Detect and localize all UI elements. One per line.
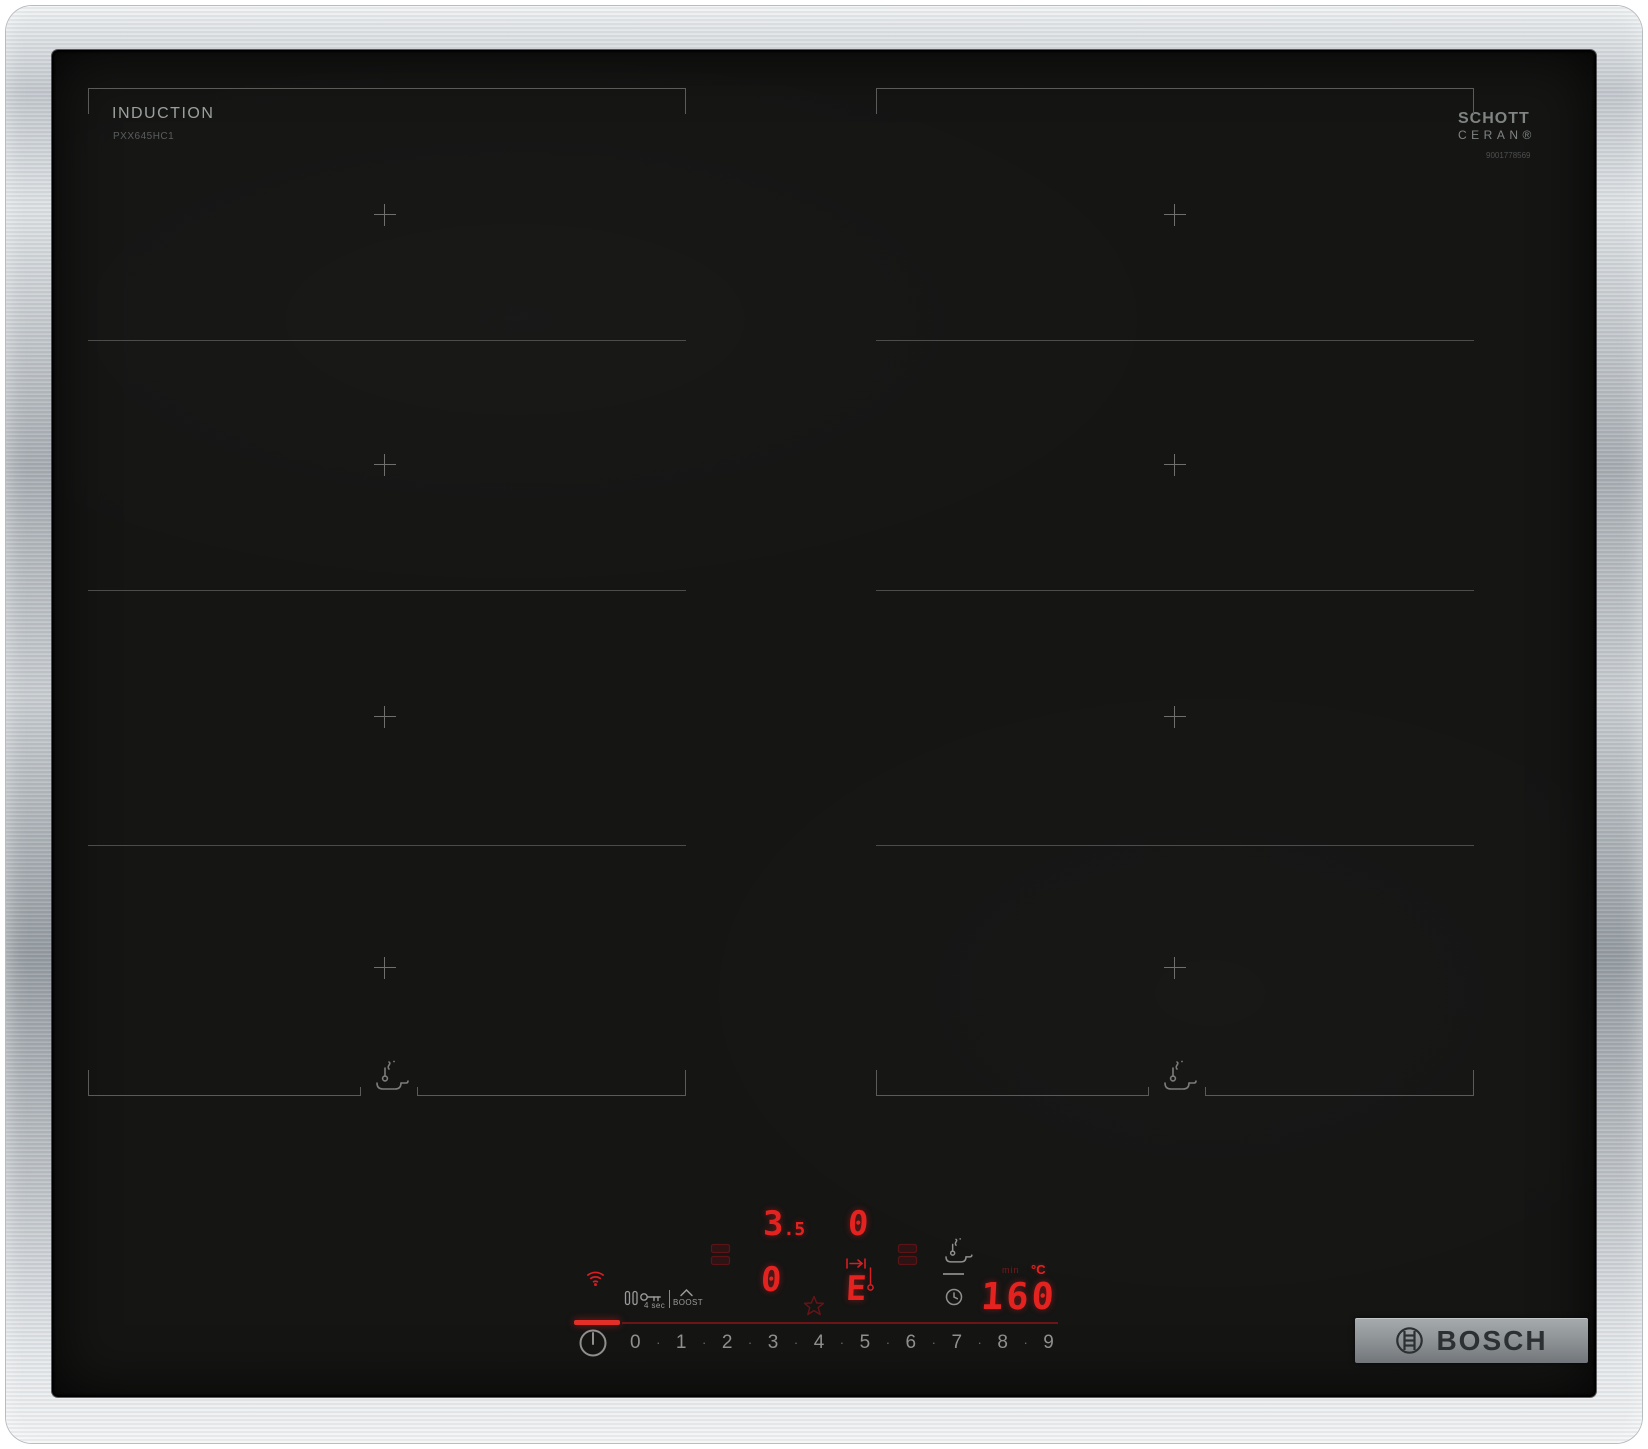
zone-line	[417, 1087, 418, 1096]
clock-icon[interactable]	[944, 1287, 964, 1307]
zone-line	[876, 340, 1474, 341]
bosch-logo-plate: BOSCH	[1355, 1318, 1588, 1363]
zone-line	[685, 88, 686, 114]
bosch-wordmark: BOSCH	[1436, 1324, 1548, 1356]
model-number: PXX645HC1	[113, 131, 175, 142]
slider-dot: ·	[931, 1335, 936, 1350]
boost-chevron-icon[interactable]	[679, 1288, 694, 1297]
slider-dot: ·	[977, 1335, 982, 1350]
slider-number[interactable]: 9	[1043, 1333, 1054, 1352]
slider-number[interactable]: 4	[814, 1333, 825, 1352]
glass-serial: 9001778569	[1486, 151, 1531, 160]
pause-icon[interactable]	[624, 1290, 639, 1307]
bosch-emblem-icon	[1396, 1327, 1424, 1354]
wifi-icon	[587, 1271, 604, 1287]
slider-number[interactable]: 3	[768, 1333, 779, 1352]
ceramic-glass-surface	[52, 50, 1596, 1397]
slider-number[interactable]: 0	[630, 1333, 641, 1352]
left-rear-power-display: 3.5	[763, 1204, 806, 1244]
slider-dot: ·	[656, 1335, 661, 1350]
plus-marker	[374, 204, 396, 226]
timer-unit-label: min	[1002, 1265, 1020, 1275]
zone-line	[876, 845, 1474, 846]
zone-line	[876, 1095, 1148, 1096]
zone-line	[1206, 1095, 1474, 1096]
plus-marker	[374, 706, 396, 728]
plus-marker	[1164, 957, 1186, 979]
slider-number[interactable]: 6	[906, 1333, 917, 1352]
seven-seg-digit: 3	[763, 1204, 784, 1244]
fry-sensor-icon	[376, 1060, 409, 1090]
zone-line	[88, 845, 686, 846]
zone-line	[88, 590, 686, 591]
zone-line	[685, 1070, 686, 1096]
zone-line	[88, 88, 89, 114]
type-label: INDUCTION	[112, 105, 215, 122]
slider-number[interactable]: 1	[676, 1333, 687, 1352]
zone-line	[88, 1095, 360, 1096]
fry-sensor-icon	[1164, 1060, 1197, 1090]
slider-number[interactable]: 5	[860, 1333, 871, 1352]
slider-track[interactable]	[622, 1322, 1058, 1324]
zone-line	[876, 88, 1474, 89]
plus-marker	[1164, 454, 1186, 476]
zone-line	[418, 1095, 686, 1096]
zone-line	[876, 1070, 877, 1096]
power-icon[interactable]	[577, 1327, 609, 1359]
right-front-status-display: E	[844, 1269, 868, 1309]
flex-zone-icon	[710, 1243, 731, 1266]
slider-dot: ·	[747, 1335, 753, 1350]
power-level-slider[interactable]: 0 · 1 · 2 · 3 · 4 · 5 · 6 · 7 · 8 · 9	[630, 1333, 1054, 1352]
fry-temp-display: 160	[979, 1275, 1058, 1318]
zone-line	[1473, 88, 1474, 114]
glass-brand-line1: SCHOTT	[1458, 110, 1530, 127]
plus-marker	[374, 957, 396, 979]
slider-number[interactable]: 8	[997, 1333, 1008, 1352]
child-lock-hold-label: 4 sec	[644, 1301, 666, 1310]
left-front-power-display: 0	[759, 1260, 783, 1300]
zone-line	[1148, 1087, 1149, 1096]
slider-number[interactable]: 7	[951, 1333, 962, 1352]
slider-number[interactable]: 2	[722, 1333, 733, 1352]
slider-dot: ·	[793, 1335, 799, 1350]
slider-dot: ·	[839, 1335, 845, 1350]
right-rear-power-display: 0	[846, 1204, 870, 1244]
plus-marker	[1164, 706, 1186, 728]
zone-line	[876, 88, 877, 114]
zone-line	[88, 340, 686, 341]
plus-marker	[1164, 204, 1186, 226]
star-icon[interactable]	[802, 1294, 826, 1318]
glass-brand-line2: CERAN®	[1458, 128, 1536, 142]
slider-dot: ·	[885, 1335, 891, 1350]
control-divider	[669, 1290, 670, 1308]
zone-line	[1473, 1070, 1474, 1096]
fry-sensor-key-icon[interactable]	[938, 1236, 974, 1266]
zone-line	[1205, 1087, 1206, 1096]
flex-zone-icon	[897, 1243, 918, 1266]
sensor-underline	[943, 1273, 964, 1275]
zone-line	[88, 1070, 89, 1096]
boost-label[interactable]: BOOST	[673, 1299, 703, 1307]
slider-active-segment[interactable]	[574, 1320, 620, 1325]
seven-seg-fraction: .5	[783, 1219, 806, 1240]
thermometer-icon	[867, 1267, 874, 1291]
zone-line	[360, 1087, 361, 1096]
slider-dot: ·	[1023, 1335, 1028, 1350]
slider-dot: ·	[702, 1335, 707, 1350]
zone-line	[876, 590, 1474, 591]
induction-hob: INDUCTION PXX645HC1 SCHOTT CERAN® 900177…	[0, 0, 1648, 1449]
zone-line	[88, 88, 686, 89]
plus-marker	[374, 454, 396, 476]
